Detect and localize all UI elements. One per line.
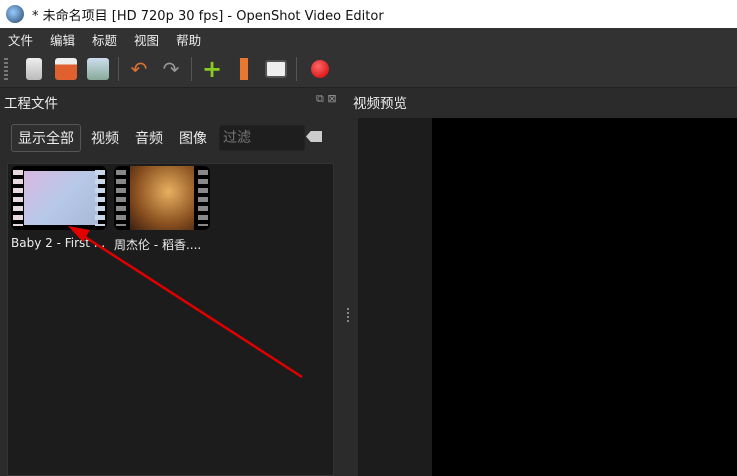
file-item[interactable]: 周杰伦 - 稻香....	[114, 164, 214, 253]
menu-edit[interactable]: 编辑	[42, 30, 84, 49]
file-label: 周杰伦 - 稻香....	[114, 238, 202, 252]
dock-buttons: ⧉ ⊠	[316, 92, 337, 106]
file-thumbnail	[114, 166, 210, 230]
filter-show-all[interactable]: 显示全部	[11, 124, 81, 152]
float-icon[interactable]: ⧉	[316, 92, 324, 105]
window-title: * 未命名项目 [HD 720p 30 fps] - OpenShot Vide…	[32, 8, 384, 24]
filter-image[interactable]: 图像	[173, 125, 213, 151]
toolbar-separator	[296, 56, 297, 81]
export-video-icon[interactable]	[311, 59, 329, 78]
video-preview-panel: 视频预览	[351, 88, 737, 476]
open-project-icon[interactable]	[55, 57, 77, 80]
menu-view[interactable]: 视图	[126, 30, 168, 49]
title-bar: * 未命名项目 [HD 720p 30 fps] - OpenShot Vide…	[0, 0, 737, 28]
filter-audio[interactable]: 音频	[129, 125, 169, 151]
clear-filter-icon[interactable]	[306, 131, 322, 142]
toolbar-separator	[118, 56, 119, 81]
video-preview-title: 视频预览	[353, 96, 407, 112]
openshot-logo-icon	[6, 5, 24, 23]
toolbar-separator	[191, 56, 192, 81]
filter-video[interactable]: 视频	[85, 125, 125, 151]
video-canvas[interactable]	[432, 118, 737, 476]
menu-file[interactable]: 文件	[0, 30, 42, 49]
file-list: Baby 2 - First ... 周杰伦 - 稻香....	[7, 163, 334, 476]
filter-input[interactable]	[219, 125, 305, 151]
save-project-icon[interactable]	[87, 57, 109, 80]
filter-bar: 显示全部 视频 音频 图像	[11, 124, 305, 152]
import-files-icon[interactable]: +	[201, 57, 223, 81]
project-files-panel: 工程文件 ⧉ ⊠ 显示全部 视频 音频 图像 Baby 2 - First ..…	[0, 88, 345, 476]
toolbar: ↶ ↷ +	[0, 50, 737, 88]
menu-help[interactable]: 帮助	[168, 30, 210, 49]
file-thumbnail	[11, 166, 107, 230]
fullscreen-icon[interactable]	[265, 59, 287, 78]
menu-title[interactable]: 标题	[84, 30, 126, 49]
close-icon[interactable]: ⊠	[327, 92, 336, 105]
new-project-icon[interactable]	[26, 57, 42, 80]
project-files-title: 工程文件	[4, 96, 58, 112]
choose-profile-icon[interactable]	[237, 57, 251, 80]
file-item[interactable]: Baby 2 - First ...	[11, 164, 111, 250]
file-label: Baby 2 - First ...	[11, 236, 106, 250]
undo-icon[interactable]: ↶	[128, 58, 150, 80]
menu-bar: 文件 编辑 标题 视图 帮助	[0, 28, 737, 50]
toolbar-grip[interactable]	[4, 57, 8, 80]
redo-icon[interactable]: ↷	[160, 58, 182, 80]
preview-area	[358, 118, 737, 476]
